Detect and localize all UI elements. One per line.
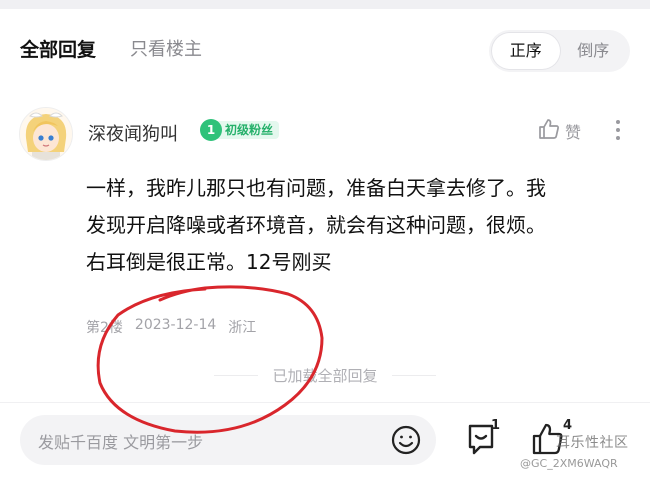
fan-level-badge: 1 初级粉丝 xyxy=(200,119,280,141)
loaded-all-text: 已加载全部回复 xyxy=(272,366,378,385)
divider-line xyxy=(391,374,436,376)
tab-op-only[interactable]: 只看楼主 xyxy=(130,35,202,61)
like-count: 4 xyxy=(563,418,573,433)
content-line: 一样，我昨儿那只也有问题，准备白天拿去修了。我 xyxy=(86,176,546,200)
tab-all-replies[interactable]: 全部回复 xyxy=(20,35,96,62)
floor-number: 第2楼 xyxy=(86,320,123,336)
fan-level-label: 初级粉丝 xyxy=(215,121,280,139)
reply-placeholder: 发贴千百度 文明第一步 xyxy=(38,433,204,452)
sort-descending-button[interactable]: 倒序 xyxy=(560,33,628,69)
more-vertical-icon xyxy=(610,120,626,146)
post-date: 2023-12-14 xyxy=(134,317,217,333)
content-line: 右耳倒是很正常。12号刚买 xyxy=(86,250,332,274)
reply-tabs: 全部回复 只看楼主 xyxy=(20,34,202,62)
thumb-up-icon xyxy=(537,117,561,145)
reply-input[interactable]: 发贴千百度 文明第一步 xyxy=(20,415,436,465)
bottom-divider xyxy=(0,402,650,403)
divider-line xyxy=(214,374,259,376)
comment-icon xyxy=(464,424,498,462)
sort-ascending-button[interactable]: 正序 xyxy=(492,33,560,69)
content-line: 发现开启降噪或者环境音，就会有这种问题，很烦。 xyxy=(86,213,546,237)
like-label: 赞 xyxy=(565,123,582,142)
like-button[interactable]: 赞 xyxy=(537,117,581,145)
watermark-community: 耳乐性社区 xyxy=(556,435,629,451)
watermark-handle: @GC_2XM6WAQR xyxy=(520,457,618,470)
username[interactable]: 深夜闻狗叫 xyxy=(88,120,178,146)
emoji-icon[interactable] xyxy=(390,424,422,460)
more-options-button[interactable] xyxy=(610,118,626,146)
loaded-all-replies: 已加载全部回复 xyxy=(200,364,450,386)
avatar[interactable] xyxy=(19,107,73,161)
post-content: 一样，我昨儿那只也有问题，准备白天拿去修了。我 发现开启降噪或者环境音，就会有这… xyxy=(86,170,646,281)
post-meta: 第2楼 2023-12-14 浙江 xyxy=(86,317,256,337)
comment-count: 1 xyxy=(491,418,501,433)
sort-toggle: 正序 倒序 xyxy=(489,30,630,72)
top-band xyxy=(0,0,650,9)
post-location: 浙江 xyxy=(228,320,257,336)
fan-level-number: 1 xyxy=(200,119,222,141)
